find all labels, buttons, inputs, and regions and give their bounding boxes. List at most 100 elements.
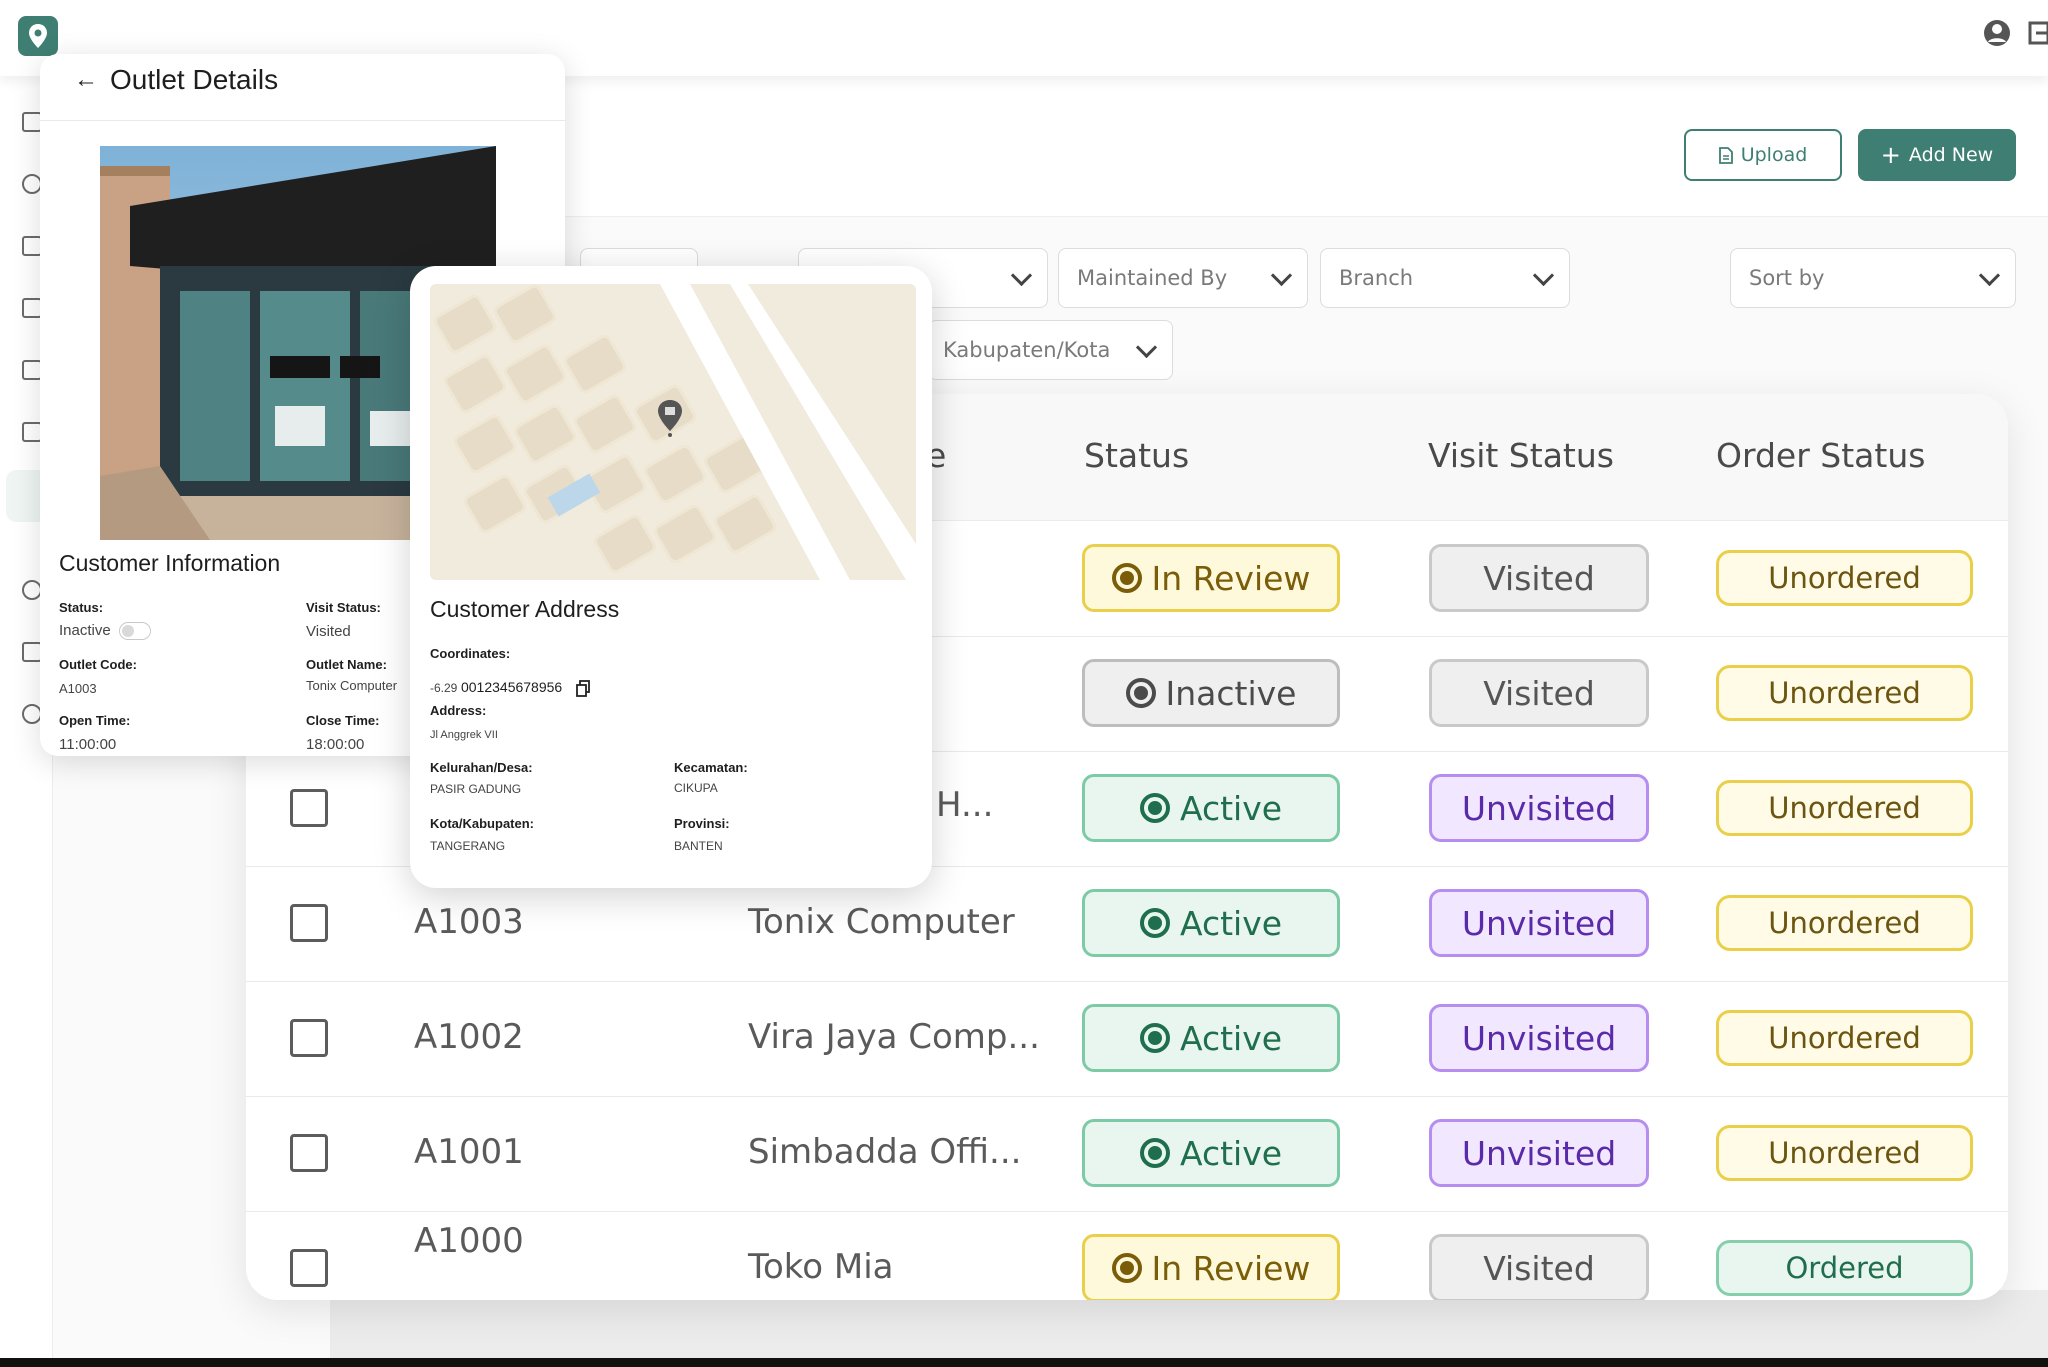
order-status-column-header: Order Status xyxy=(1716,436,1926,475)
user-account-icon[interactable] xyxy=(1982,18,2012,48)
visit-status-value: Visited xyxy=(306,623,351,640)
row-checkbox[interactable] xyxy=(290,1134,328,1172)
divider xyxy=(40,120,565,121)
copy-icon[interactable] xyxy=(575,680,590,697)
kelurahan-label: Kelurahan/Desa: xyxy=(430,760,533,775)
status-toggle[interactable] xyxy=(118,622,151,641)
top-right-icons xyxy=(1982,18,2048,48)
row-checkbox[interactable] xyxy=(290,904,328,942)
coordinates-value: -6.29 0012345678956 xyxy=(430,679,590,697)
documents-icon[interactable] xyxy=(22,642,42,662)
branch-filter[interactable]: Branch xyxy=(1320,248,1570,308)
outlet-name: Tonix Computer xyxy=(748,902,1015,942)
plus-icon: + xyxy=(1880,141,1901,169)
reports-icon[interactable] xyxy=(22,360,42,380)
add-new-button-label: Add New xyxy=(1908,144,1994,166)
status-dot-icon xyxy=(1139,1138,1170,1168)
chevron-down-icon xyxy=(1532,264,1555,286)
outlet-name: Toko Mia xyxy=(748,1247,894,1287)
outlet-name: Vira Jaya Comp... xyxy=(748,1017,1040,1057)
outlet-code-value: A1003 xyxy=(59,681,97,696)
status-dot-icon xyxy=(1111,563,1142,593)
kecamatan-value: CIKUPA xyxy=(674,781,718,795)
order-status-badge: Unordered xyxy=(1716,780,1973,836)
status-dot-icon xyxy=(1111,1253,1142,1283)
close-time-label: Close Time: xyxy=(306,713,380,728)
order-status-badge: Unordered xyxy=(1716,1010,1973,1066)
visit-status-badge: Unvisited xyxy=(1429,774,1649,842)
status-column-header: Status xyxy=(1084,436,1190,475)
order-status-badge: Unordered xyxy=(1716,895,1973,951)
kota-value: TANGERANG xyxy=(430,839,506,853)
visit-status-badge: Visited xyxy=(1429,544,1649,612)
visit-status-badge: Unvisited xyxy=(1429,1119,1649,1187)
chevron-down-icon xyxy=(1135,336,1158,358)
outlet-code-label: Outlet Code: xyxy=(59,657,137,672)
sort-by-dropdown[interactable]: Sort by xyxy=(1730,248,2016,308)
row-checkbox[interactable] xyxy=(290,1019,328,1057)
kecamatan-label: Kecamatan: xyxy=(674,760,748,775)
app-logo[interactable] xyxy=(18,16,58,56)
order-status-badge: Ordered xyxy=(1716,1240,1973,1296)
visit-status-label: Visit Status: xyxy=(306,600,381,615)
outlet-code: A1000 xyxy=(414,1221,524,1261)
kota-label: Kota/Kabupaten: xyxy=(430,816,534,831)
row-checkbox[interactable] xyxy=(290,789,328,827)
history-icon[interactable] xyxy=(22,580,42,600)
outlet-details-header: ← Outlet Details xyxy=(74,64,278,96)
open-time-label: Open Time: xyxy=(59,713,131,728)
status-value: Inactive xyxy=(59,622,151,641)
bottom-edge xyxy=(0,1358,2048,1367)
table-row[interactable]: A1000 Toko Mia In Review Visited Ordered xyxy=(246,1211,2008,1300)
status-dot-icon xyxy=(1139,1023,1170,1053)
orders-icon[interactable] xyxy=(22,298,42,318)
chevron-down-icon xyxy=(1010,264,1033,286)
outlet-name-value: Tonix Computer xyxy=(306,678,398,693)
settings-icon[interactable] xyxy=(22,704,42,724)
add-new-button[interactable]: + Add New xyxy=(1858,129,2016,181)
customer-address-title: Customer Address xyxy=(430,596,620,622)
kabupaten-kota-label: Kabupaten/Kota xyxy=(943,338,1111,362)
status-badge: Active xyxy=(1082,1004,1340,1072)
dashboard-icon[interactable] xyxy=(22,112,42,132)
coordinates-label: Coordinates: xyxy=(430,646,511,661)
status-dot-icon xyxy=(1139,908,1170,938)
location-map[interactable] xyxy=(430,284,916,580)
maintained-by-label: Maintained By xyxy=(1077,266,1228,290)
order-status-badge: Unordered xyxy=(1716,550,1973,606)
provinsi-value: BANTEN xyxy=(674,839,723,853)
visit-status-badge: Unvisited xyxy=(1429,889,1649,957)
inventory-icon[interactable] xyxy=(22,422,42,442)
kabupaten-kota-filter[interactable]: Kabupaten/Kota xyxy=(928,320,1173,380)
address-label: Address: xyxy=(430,703,487,718)
customer-information-title: Customer Information xyxy=(59,550,281,576)
outlet-name-label: Outlet Name: xyxy=(306,657,387,672)
document-icon xyxy=(1718,146,1733,164)
chevron-down-icon xyxy=(1270,264,1293,286)
maintained-by-filter[interactable]: Maintained By xyxy=(1058,248,1308,308)
address-value: Jl Anggrek VII xyxy=(430,729,498,741)
logout-icon[interactable] xyxy=(2028,18,2048,48)
status-dot-icon xyxy=(1125,678,1156,708)
visit-status-badge: Visited xyxy=(1429,659,1649,727)
status-dot-icon xyxy=(1139,793,1170,823)
location-pin-icon xyxy=(29,24,47,48)
outlet-name: H... xyxy=(936,785,994,825)
status-badge: Active xyxy=(1082,774,1340,842)
back-arrow-icon[interactable]: ← xyxy=(74,66,98,94)
order-status-badge: Unordered xyxy=(1716,1125,1973,1181)
chevron-down-icon xyxy=(1978,264,2001,286)
customers-icon[interactable] xyxy=(22,174,42,194)
table-row[interactable]: A1002 Vira Jaya Comp... Active Unvisited… xyxy=(246,981,2008,1097)
status-badge: Active xyxy=(1082,889,1340,957)
upload-button[interactable]: Upload xyxy=(1684,129,1842,181)
table-row[interactable]: A1001 Simbadda Offi... Active Unvisited … xyxy=(246,1096,2008,1212)
catalog-icon[interactable] xyxy=(22,236,42,256)
map-pin-icon[interactable] xyxy=(655,398,685,438)
row-checkbox[interactable] xyxy=(290,1249,328,1287)
outlet-name: Simbadda Offi... xyxy=(748,1132,1022,1172)
status-badge: Active xyxy=(1082,1119,1340,1187)
status-badge: In Review xyxy=(1082,544,1340,612)
outlet-code: A1001 xyxy=(414,1132,524,1172)
close-time-value: 18:00:00 xyxy=(306,736,365,753)
